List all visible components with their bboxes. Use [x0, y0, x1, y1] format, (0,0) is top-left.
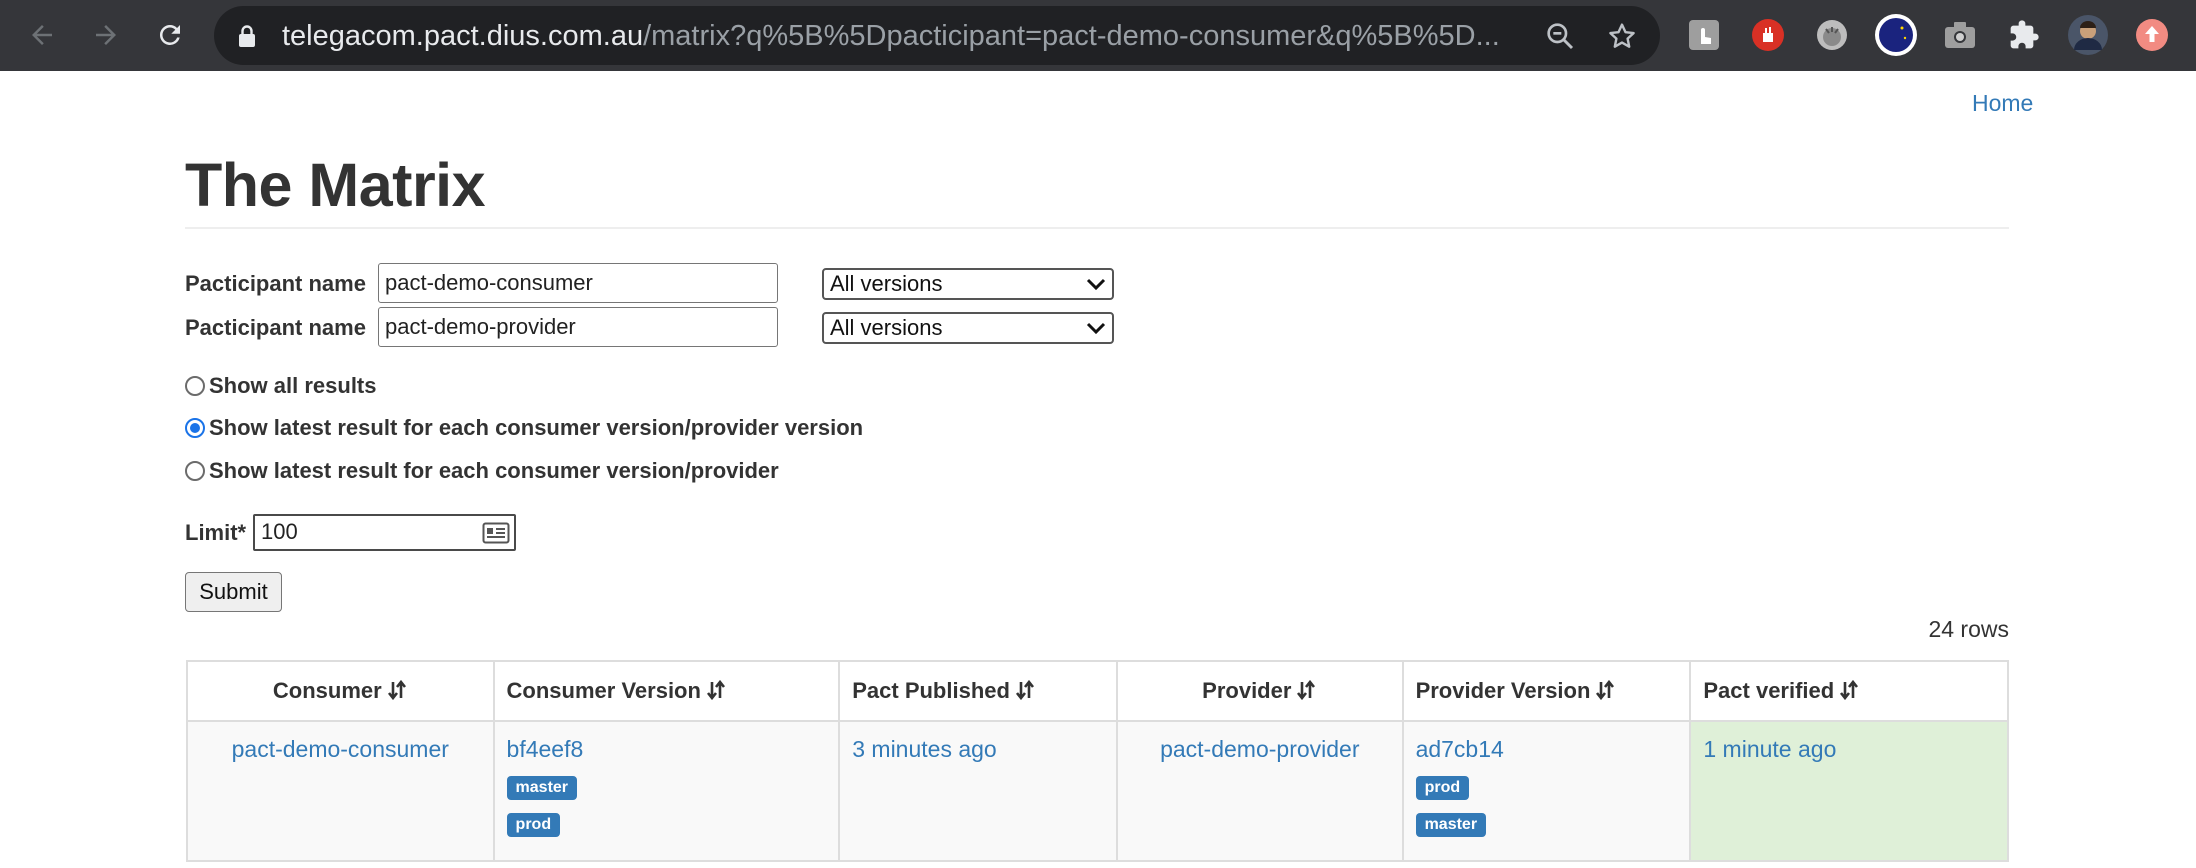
pacticipant-name-label-1: Pacticipant name [185, 271, 366, 296]
pacticipant-name-input-1[interactable] [378, 263, 778, 303]
cell-provider: pact-demo-provider [1116, 720, 1404, 862]
header-provider[interactable]: Provider [1116, 660, 1404, 722]
radio-button-selected[interactable] [185, 418, 205, 438]
extensions-puzzle-icon[interactable] [2002, 13, 2046, 57]
sort-icon [387, 679, 406, 701]
sort-icon [1297, 679, 1316, 701]
provider-tags: prod master [1415, 763, 1678, 837]
tag-badge: master [1415, 813, 1487, 837]
url-path: /matrix?q%5B%5Dpacticipant=pact-demo-con… [643, 20, 1500, 52]
tag-badge: prod [506, 813, 561, 837]
bookmark-star-icon[interactable] [1606, 20, 1638, 52]
header-label: Provider Version [1415, 678, 1591, 703]
table-header-row: Consumer Consumer Version Pact Published… [186, 660, 2009, 722]
sort-icon [1596, 679, 1615, 701]
row-count: 24 rows [1928, 616, 2009, 642]
pacticipant-name-label-2: Pacticipant name [185, 315, 366, 340]
lock-icon [239, 25, 255, 47]
version-select-2[interactable]: All versions [822, 312, 1114, 344]
forward-button[interactable] [88, 17, 124, 53]
cell-consumer: pact-demo-consumer [186, 720, 495, 862]
profile-avatar[interactable] [2066, 13, 2110, 57]
header-label: Consumer [272, 678, 382, 703]
extension-touch-icon[interactable] [1682, 13, 1726, 57]
tag-badge: prod [1415, 776, 1470, 800]
radio-label: Show latest result for each consumer ver… [209, 458, 779, 483]
sort-icon [1015, 679, 1034, 701]
sort-icon [706, 679, 725, 701]
radio-show-all-results[interactable]: Show all results [185, 371, 377, 401]
submit-button[interactable]: Submit [185, 572, 282, 612]
pact-verified-link[interactable]: 1 minute ago [1703, 736, 1836, 762]
header-label: Pact Published [852, 678, 1010, 703]
radio-button[interactable] [185, 461, 205, 481]
header-pact-published[interactable]: Pact Published [838, 660, 1119, 722]
arrow-right-icon [96, 25, 116, 45]
version-select-1-value: All versions [830, 271, 943, 296]
extension-camera-icon[interactable] [1938, 13, 1982, 57]
extension-stop-hand-icon[interactable] [1746, 13, 1790, 57]
provider-link[interactable]: pact-demo-provider [1160, 736, 1359, 762]
header-provider-version[interactable]: Provider Version [1401, 660, 1692, 722]
radio-show-latest-per-version[interactable]: Show latest result for each consumer ver… [185, 413, 863, 443]
page-title: The Matrix [185, 151, 486, 219]
cell-pact-published: 3 minutes ago [838, 720, 1119, 862]
chevron-down-icon [1086, 322, 1106, 335]
limit-label: Limit* [185, 520, 247, 545]
arrow-left-icon [32, 25, 52, 45]
chevron-down-icon [1086, 278, 1106, 291]
back-button[interactable] [24, 17, 60, 53]
cell-provider-version: ad7cb14 prod master [1401, 720, 1692, 862]
header-label: Consumer Version [506, 678, 701, 703]
reload-button[interactable] [152, 17, 188, 53]
header-pact-verified[interactable]: Pact verified [1689, 660, 2009, 722]
pacticipant-name-input-2[interactable] [378, 307, 778, 347]
provider-version-link[interactable]: ad7cb14 [1416, 736, 1504, 762]
reload-icon [159, 24, 180, 45]
extension-moon-icon[interactable] [1874, 13, 1918, 57]
extension-grey-circle-icon[interactable] [1810, 13, 1854, 57]
url-host: telegacom.pact.dius.com.au [282, 20, 644, 52]
url-text: telegacom.pact.dius.com.au/matrix?q%5B%5… [282, 19, 1542, 53]
cell-pact-verified: 1 minute ago [1689, 720, 2009, 862]
radio-button[interactable] [185, 376, 205, 396]
chrome-update-icon[interactable] [2130, 13, 2174, 57]
header-consumer-version[interactable]: Consumer Version [492, 660, 841, 722]
autofill-card-icon[interactable] [482, 522, 510, 544]
version-select-1[interactable]: All versions [822, 268, 1114, 300]
header-label: Provider [1202, 678, 1292, 703]
cell-consumer-version: bf4eef8 master prod [492, 720, 841, 862]
pact-published-link[interactable]: 3 minutes ago [852, 736, 996, 762]
title-divider [185, 227, 2009, 229]
radio-label: Show latest result for each consumer ver… [209, 415, 864, 440]
limit-input[interactable]: 100 [253, 514, 516, 551]
header-consumer[interactable]: Consumer [186, 660, 495, 722]
table-row: pact-demo-consumer bf4eef8 master prod 3… [186, 720, 2009, 862]
header-label: Pact verified [1703, 678, 1835, 703]
tag-badge: master [506, 776, 578, 800]
address-bar[interactable]: telegacom.pact.dius.com.au/matrix?q%5B%5… [214, 6, 1660, 65]
home-link[interactable]: Home [1972, 90, 2033, 117]
consumer-version-link[interactable]: bf4eef8 [507, 736, 584, 762]
limit-value: 100 [261, 519, 298, 544]
browser-toolbar: telegacom.pact.dius.com.au/matrix?q%5B%5… [0, 0, 2196, 71]
radio-show-latest-per-consumer-version-provider[interactable]: Show latest result for each consumer ver… [185, 456, 779, 486]
sort-icon [1840, 679, 1859, 701]
consumer-link[interactable]: pact-demo-consumer [232, 736, 449, 762]
consumer-tags: master prod [506, 763, 827, 837]
zoom-out-icon[interactable] [1544, 20, 1576, 52]
radio-label: Show all results [209, 373, 377, 398]
version-select-2-value: All versions [830, 315, 943, 340]
matrix-table: Consumer Consumer Version Pact Published… [186, 660, 2009, 862]
